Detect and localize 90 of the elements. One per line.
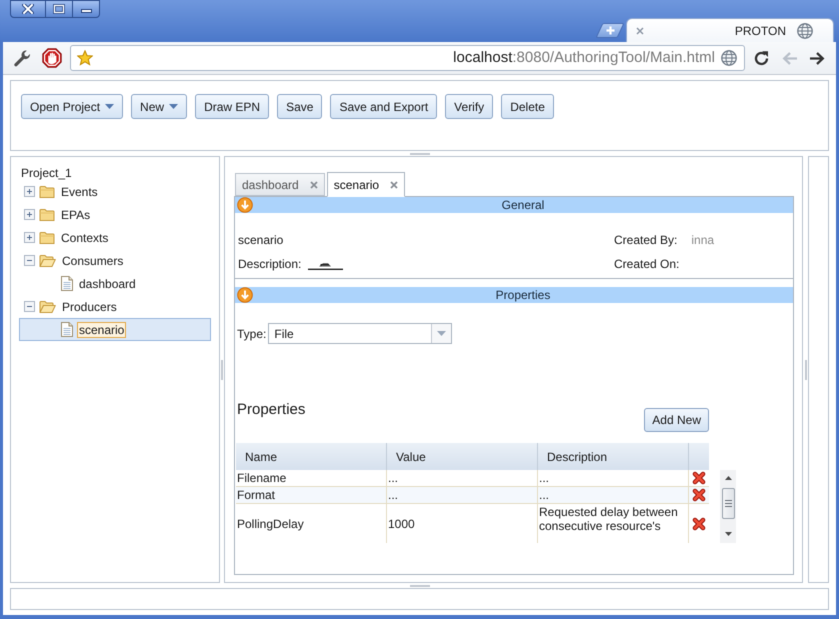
add-new-button[interactable]: Add New xyxy=(644,408,709,432)
folder-icon xyxy=(39,230,55,244)
address-bar[interactable]: localhost:8080/AuthoringTool/Main.html xyxy=(70,45,745,71)
expander-icon[interactable] xyxy=(24,301,35,312)
section-heading: Properties xyxy=(236,401,306,419)
close-icon[interactable] xyxy=(390,180,398,188)
tree-item[interactable]: Project_1 xyxy=(19,165,74,180)
tree-item[interactable]: Contexts xyxy=(24,226,110,249)
tree-item[interactable]: Consumers xyxy=(24,249,126,272)
browser-tab[interactable]: PROTON xyxy=(626,18,834,42)
globe-icon xyxy=(797,22,813,38)
edit-icon[interactable] xyxy=(308,260,344,270)
reload-icon[interactable] xyxy=(753,50,770,66)
expander-icon[interactable] xyxy=(24,186,35,197)
maximize-icon xyxy=(53,4,65,14)
folder-icon xyxy=(39,184,55,198)
table-cell: Requested delay between consecutive resource's xyxy=(538,504,689,543)
field-label: Created On: xyxy=(614,257,680,271)
maximize-button[interactable] xyxy=(46,0,73,18)
close-icon[interactable] xyxy=(310,180,318,188)
field-value: inna xyxy=(691,233,714,247)
table-cell: ... xyxy=(387,470,538,486)
empty-column-header xyxy=(689,443,709,470)
scrollbar[interactable] xyxy=(720,470,736,543)
close-button[interactable] xyxy=(10,0,46,18)
table-cell: ... xyxy=(538,470,689,486)
close-icon[interactable] xyxy=(636,26,644,34)
toolbar-button[interactable]: Save xyxy=(277,94,322,119)
scrollbar-thumb[interactable] xyxy=(722,488,734,519)
expander-icon[interactable] xyxy=(24,232,35,243)
tab[interactable]: dashboard xyxy=(235,173,325,196)
close-icon xyxy=(22,4,34,14)
collapse-icon[interactable] xyxy=(237,197,253,213)
tree-item[interactable]: Producers xyxy=(24,295,119,318)
section-title: Properties xyxy=(494,288,552,302)
dropdown-button[interactable]: New xyxy=(131,94,188,119)
expander-icon[interactable] xyxy=(24,209,35,220)
tree-item[interactable]: Events xyxy=(24,180,100,203)
field-label: Description: xyxy=(238,257,302,271)
column-header[interactable]: Name xyxy=(236,443,387,470)
plus-icon xyxy=(606,26,614,35)
tree-item[interactable]: dashboard xyxy=(61,272,138,295)
toolbar-button[interactable]: Delete xyxy=(501,94,554,119)
minimize-icon xyxy=(80,9,92,13)
table-cell: 1000 xyxy=(387,504,538,543)
tree-item[interactable]: EPAs xyxy=(24,203,92,226)
toolbar-button[interactable]: Save and Export xyxy=(330,94,438,119)
delete-icon[interactable] xyxy=(692,471,706,485)
file-icon xyxy=(61,276,73,291)
forward-arrow-icon[interactable] xyxy=(809,50,826,66)
star-icon[interactable] xyxy=(77,50,93,66)
column-header[interactable]: Description xyxy=(538,443,689,470)
toolbar-button[interactable]: Draw EPN xyxy=(195,94,270,119)
dropdown-button[interactable]: Open Project xyxy=(21,94,124,119)
item-name: scenario xyxy=(238,233,284,247)
splitter-handle[interactable] xyxy=(410,152,430,154)
delete-icon[interactable] xyxy=(692,488,706,502)
folder-icon xyxy=(39,208,55,222)
globe-icon xyxy=(721,50,737,66)
splitter-handle[interactable] xyxy=(804,360,806,380)
delete-icon[interactable] xyxy=(692,516,706,530)
tree-item[interactable]: scenario xyxy=(19,318,211,341)
scroll-up-icon[interactable] xyxy=(724,476,732,480)
section-title: General xyxy=(500,198,546,212)
table-cell: Filename xyxy=(236,470,387,486)
open-folder-icon xyxy=(39,254,56,268)
expander-icon[interactable] xyxy=(24,255,35,266)
toolbar-button[interactable]: Verify xyxy=(445,94,494,119)
field-label: Created By: xyxy=(614,233,678,247)
field-label: Type: xyxy=(237,326,266,342)
column-header[interactable]: Value xyxy=(387,443,538,470)
section-header[interactable]: General xyxy=(235,197,793,213)
open-folder-icon xyxy=(39,300,56,314)
file-icon xyxy=(61,322,73,337)
splitter-handle[interactable] xyxy=(410,584,430,586)
collapse-icon[interactable] xyxy=(237,287,253,303)
table-cell: ... xyxy=(538,487,689,503)
caret-icon xyxy=(437,331,446,336)
scroll-down-icon[interactable] xyxy=(724,532,732,536)
new-tab-button[interactable] xyxy=(596,23,624,38)
stop-sign-icon[interactable] xyxy=(42,48,62,68)
table-cell: PollingDelay xyxy=(236,504,387,543)
wrench-icon[interactable] xyxy=(13,49,31,67)
type-dropdown[interactable]: File xyxy=(268,323,452,344)
splitter-handle[interactable] xyxy=(221,360,223,380)
section-header[interactable]: Properties xyxy=(235,287,793,303)
table-cell: ... xyxy=(387,487,538,503)
tab[interactable]: scenario xyxy=(326,172,406,197)
minimize-button[interactable] xyxy=(73,0,100,18)
table-cell: Format xyxy=(236,487,387,503)
